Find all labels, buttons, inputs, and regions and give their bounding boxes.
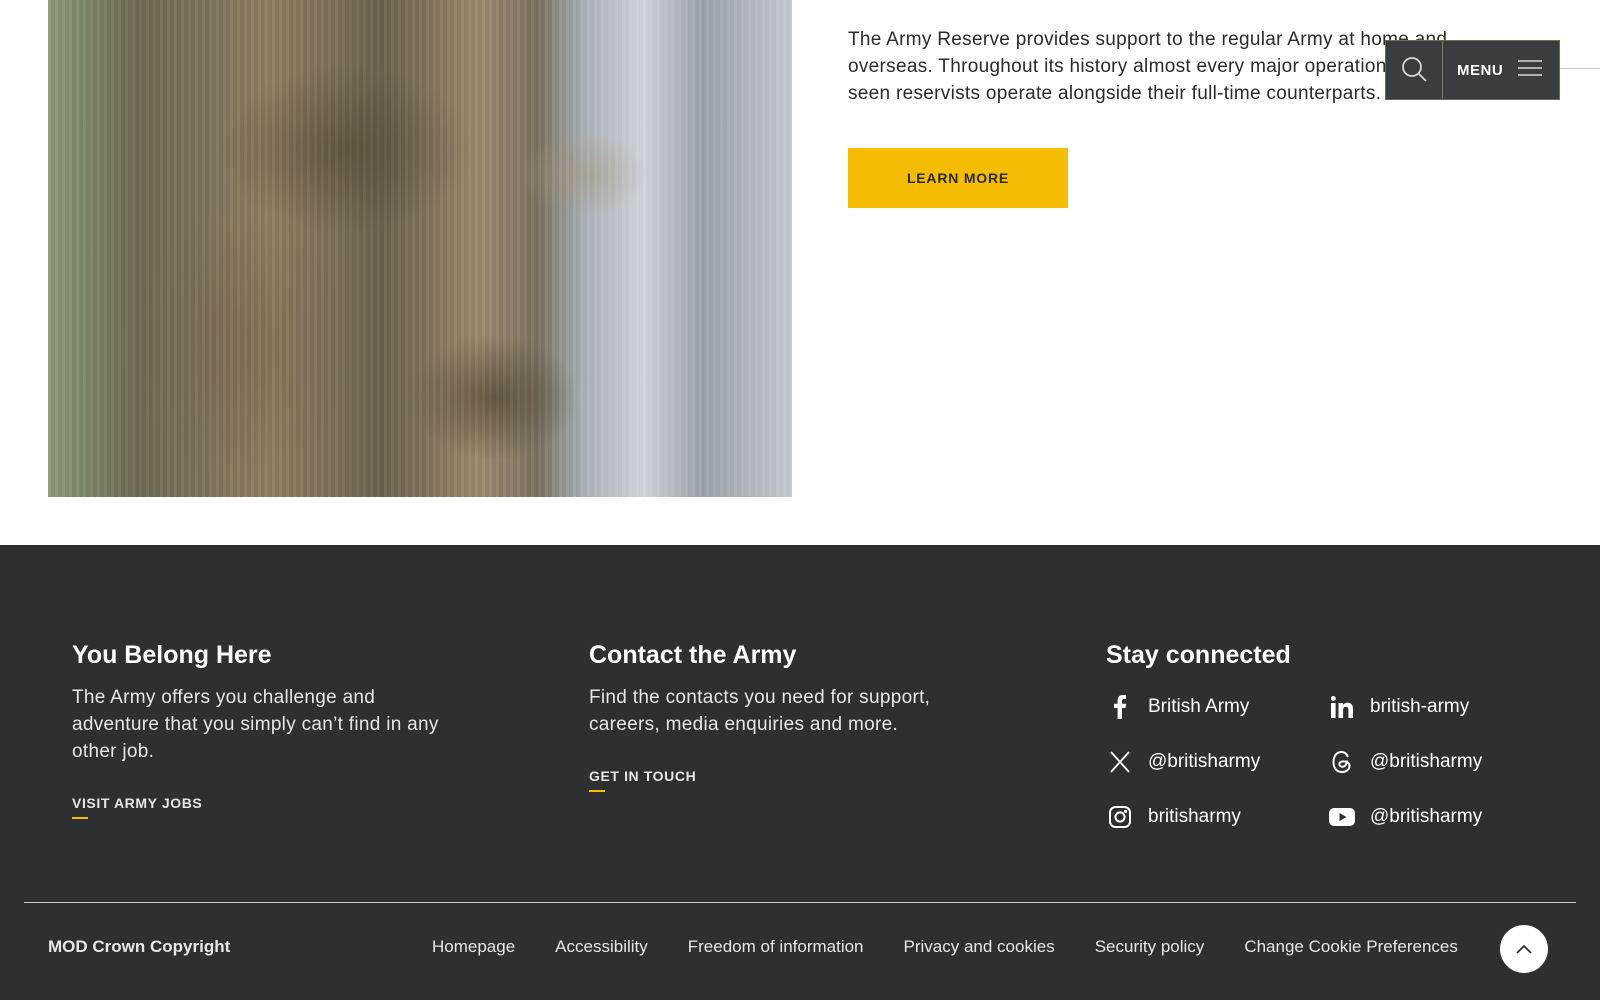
chevron-up-icon	[1516, 942, 1532, 957]
social-links: British Army british-army @britisharmy @…	[1106, 690, 1550, 833]
learn-more-button[interactable]: LEARN MORE	[848, 148, 1068, 208]
footer-nav-security-policy[interactable]: Security policy	[1095, 937, 1205, 957]
facebook-icon	[1106, 693, 1134, 721]
menu-button[interactable]: MENU	[1443, 41, 1559, 99]
footer-bottom-nav: Homepage Accessibility Freedom of inform…	[432, 937, 1458, 957]
footer-column-social: Stay connected British Army british-army…	[1106, 640, 1550, 833]
footer-nav-privacy-and-cookies[interactable]: Privacy and cookies	[904, 937, 1055, 957]
hamburger-icon	[1517, 58, 1543, 82]
header-divider	[1558, 68, 1600, 69]
intro-text: The Army Reserve provides support to the…	[848, 29, 1448, 104]
hero-image	[48, 0, 792, 497]
back-to-top-button[interactable]	[1500, 925, 1548, 973]
social-link-youtube[interactable]: @britisharmy	[1328, 800, 1550, 833]
header-controls: MENU	[1385, 40, 1560, 100]
get-in-touch-link[interactable]: GET IN TOUCH	[589, 768, 696, 792]
social-link-linkedin[interactable]: british-army	[1328, 690, 1550, 723]
footer-column-title: Contact the Army	[589, 641, 797, 669]
social-label: british-army	[1370, 695, 1470, 717]
social-link-x[interactable]: @britisharmy	[1106, 745, 1328, 778]
social-link-threads[interactable]: @britisharmy	[1328, 745, 1550, 778]
linkedin-icon	[1328, 693, 1356, 721]
footer-nav-freedom-of-information[interactable]: Freedom of information	[688, 937, 864, 957]
social-label: @britisharmy	[1370, 750, 1483, 772]
social-label: @britisharmy	[1148, 750, 1261, 772]
threads-icon	[1328, 748, 1356, 776]
footer-column-text: Find the contacts you need for support, …	[589, 687, 931, 735]
social-link-instagram[interactable]: britisharmy	[1106, 800, 1328, 833]
menu-label: MENU	[1457, 61, 1504, 79]
search-button[interactable]	[1386, 41, 1443, 99]
instagram-icon	[1106, 803, 1134, 831]
site-footer: You Belong Here The Army offers you chal…	[0, 545, 1600, 1000]
search-icon	[1400, 55, 1428, 86]
footer-column-you-belong-here: You Belong Here The Army offers you chal…	[72, 640, 457, 819]
stay-connected-title: Stay connected	[1106, 641, 1291, 669]
social-link-facebook[interactable]: British Army	[1106, 690, 1328, 723]
footer-divider	[24, 902, 1576, 903]
footer-column-title: You Belong Here	[72, 641, 272, 669]
footer-nav-cookie-preferences[interactable]: Change Cookie Preferences	[1244, 937, 1458, 957]
youtube-icon	[1328, 803, 1356, 831]
social-label: British Army	[1148, 695, 1250, 717]
footer-column-text: The Army offers you challenge and advent…	[72, 687, 439, 762]
copyright-text: MOD Crown Copyright	[48, 937, 231, 956]
footer-nav-accessibility[interactable]: Accessibility	[555, 937, 648, 957]
visit-army-jobs-link[interactable]: VISIT ARMY JOBS	[72, 795, 202, 819]
x-icon	[1106, 748, 1134, 776]
footer-column-contact: Contact the Army Find the contacts you n…	[589, 640, 949, 792]
footer-nav-homepage[interactable]: Homepage	[432, 937, 515, 957]
social-label: @britisharmy	[1370, 805, 1483, 827]
social-label: britisharmy	[1148, 805, 1241, 827]
